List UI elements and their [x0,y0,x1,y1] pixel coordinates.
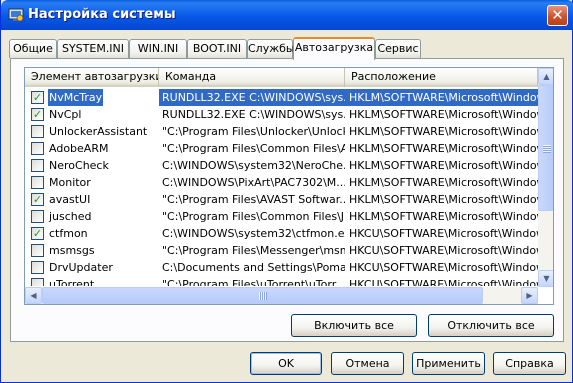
vertical-scroll-thumb[interactable] [538,85,553,211]
startup-checkbox[interactable] [31,142,44,155]
startup-checkbox[interactable]: ✓ [31,227,44,240]
disable-all-button[interactable]: Отключить все [428,314,554,337]
item-command: C:\WINDOWS\system32\NeroChe... [162,159,345,172]
system-configuration-window: Настройка системы ✕ Общие SYSTEM.INI WIN… [0,0,573,383]
item-name: Monitor [49,176,91,189]
startup-checkbox[interactable] [31,261,44,274]
tab-system-ini[interactable]: SYSTEM.INI [57,39,129,58]
system-config-icon [8,8,24,22]
column-header-location[interactable]: Расположение [345,68,538,87]
table-row[interactable]: ✓ NvMcTray RUNDLL32.EXE C:\WINDOWS\sys..… [25,89,538,106]
startup-checkbox[interactable] [31,125,44,138]
table-row[interactable]: jusched "C:\Program Files\Common Files\J… [25,208,538,225]
item-name: avastUI [49,193,91,206]
list-header: Элемент автозагрузки Команда Расположени… [25,68,538,87]
arrow-up-icon: ▲ [543,72,550,81]
horizontal-scroll-thumb[interactable] [42,287,483,304]
item-name: msmsgs [49,244,95,257]
table-row[interactable]: msmsgs "C:\Program Files\Messenger\msm..… [25,242,538,259]
startup-list[interactable]: Элемент автозагрузки Команда Расположени… [24,67,554,305]
vertical-scrollbar[interactable]: ▲ ▼ [538,68,553,287]
item-name: DrvUpdater [49,261,113,274]
table-row[interactable]: ✓ ctfmon C:\WINDOWS\system32\ctfmon.exe … [25,225,538,242]
item-location: HKLM\SOFTWARE\Microsoft\Windows\ [349,108,538,121]
apply-button[interactable]: Применить [412,352,485,375]
item-command: "C:\Program Files\Messenger\msm... [162,244,345,257]
item-command: "C:\Program Files\Common Files\J... [162,210,345,223]
scroll-down-button[interactable]: ▼ [538,270,553,287]
item-name: uTorrent [49,278,95,286]
column-header-command[interactable]: Команда [159,68,345,87]
item-command: RUNDLL32.EXE C:\WINDOWS\sys... [159,89,345,106]
cancel-button[interactable]: Отмена [331,352,404,375]
table-row[interactable]: ✓ NvCpl RUNDLL32.EXE C:\WINDOWS\sys... H… [25,106,538,123]
item-name: AdobeARM [49,142,109,155]
item-name: UnlockerAssistant [49,125,148,138]
table-row[interactable]: AdobeARM "C:\Program Files\Common Files\… [25,140,538,157]
table-row[interactable]: Monitor C:\WINDOWS\PixArt\PAC7302\M... H… [25,174,538,191]
item-location: HKLM\SOFTWARE\Microsoft\Windows\ [345,89,538,106]
table-row[interactable]: DrvUpdater C:\Documents and Settings\Pom… [25,259,538,276]
scroll-up-button[interactable]: ▲ [538,68,553,85]
tab-boot-ini[interactable]: BOOT.INI [187,39,247,58]
item-command: C:\Documents and Settings\Poma... [162,261,345,274]
scroll-right-button[interactable]: ▶ [521,287,538,304]
item-location: HKCU\SOFTWARE\Microsoft\Windows\ [349,278,538,286]
item-name: NvMcTray [48,89,104,106]
table-row[interactable]: UnlockerAssistant "C:\Program Files\Unlo… [25,123,538,140]
table-row[interactable]: uTorrent "C:\Program Files\uTorrent\uTor… [25,276,538,286]
item-command: RUNDLL32.EXE C:\WINDOWS\sys... [162,108,345,121]
startup-checkbox[interactable] [31,159,44,172]
column-header-item[interactable]: Элемент автозагрузки [25,68,159,87]
close-button[interactable]: ✕ [547,5,568,26]
startup-checkbox[interactable] [31,278,44,286]
help-button[interactable]: Справка [493,352,566,375]
arrow-left-icon: ◀ [30,291,37,300]
tab-tools[interactable]: Сервис [375,39,421,58]
table-row[interactable]: ✓ avastUI "C:\Program Files\AVAST Softwa… [25,191,538,208]
tab-startup[interactable]: Автозагрузка [293,37,375,60]
item-command: "C:\Program Files\AVAST Softwar... [162,193,345,206]
item-name: NvCpl [49,108,82,121]
item-name: ctfmon [49,227,88,240]
startup-checkbox[interactable] [31,210,44,223]
item-location: HKLM\SOFTWARE\Microsoft\Windows\ [349,159,538,172]
startup-checkbox[interactable]: ✓ [31,108,44,121]
item-command: C:\WINDOWS\PixArt\PAC7302\M... [162,176,345,189]
tab-win-ini[interactable]: WIN.INI [129,39,187,58]
item-location: HKLM\SOFTWARE\Microsoft\Windows\ [349,210,538,223]
item-command: "C:\Program Files\uTorrent\uTorr... [162,278,345,286]
horizontal-scrollbar[interactable]: ◀ ▶ [25,287,538,304]
ok-button[interactable]: OK [250,352,322,375]
item-location: HKCU\SOFTWARE\Microsoft\Windows\ [349,227,538,240]
item-location: HKLM\SOFTWARE\Microsoft\Windows\ [349,176,538,189]
item-command: C:\WINDOWS\system32\ctfmon.exe [162,227,345,240]
startup-checkbox[interactable] [31,176,44,189]
tab-general[interactable]: Общие [9,39,57,58]
item-location: HKLM\SOFTWARE\Microsoft\Windows\ [349,125,538,138]
grip-icon [543,145,551,153]
startup-checkbox[interactable] [31,244,44,257]
startup-checkbox[interactable]: ✓ [31,193,44,206]
item-location: HKCU\SOFTWARE\Microsoft\Windows\ [349,244,538,257]
item-location: HKLM\SOFTWARE\Microsoft\Windows\ [349,193,538,206]
list-rows: ✓ NvMcTray RUNDLL32.EXE C:\WINDOWS\sys..… [25,88,538,286]
arrow-down-icon: ▼ [543,274,550,283]
title-bar[interactable]: Настройка системы ✕ [1,0,573,30]
enable-all-button[interactable]: Включить все [291,314,417,337]
window-title: Настройка системы [28,7,176,22]
startup-checkbox[interactable]: ✓ [31,91,44,104]
item-location: HKLM\SOFTWARE\Microsoft\Windows\ [349,142,538,155]
item-name: jusched [49,210,92,223]
arrow-right-icon: ▶ [526,291,533,300]
tab-services[interactable]: Службы [247,39,295,58]
item-command: "C:\Program Files\Unlocker\Unlock... [162,125,345,138]
item-name: NeroCheck [49,159,109,172]
scroll-left-button[interactable]: ◀ [25,287,42,304]
grip-icon [259,292,267,300]
item-command: "C:\Program Files\Common Files\A... [162,142,345,155]
item-location: HKCU\SOFTWARE\Microsoft\Windows\ [349,261,538,274]
close-icon: ✕ [551,6,564,24]
table-row[interactable]: NeroCheck C:\WINDOWS\system32\NeroChe...… [25,157,538,174]
